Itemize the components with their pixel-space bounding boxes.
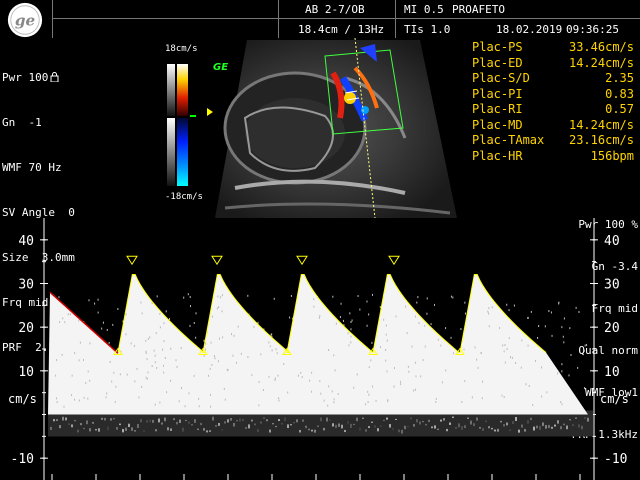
measurement-row: Plac-HR 156bpm [468, 149, 638, 165]
measurement-value: 23.16cm/s [569, 133, 634, 147]
spectrum-area [48, 274, 593, 480]
tick-label-right: 10 [604, 365, 620, 380]
measurement-row: Plac-PS 33.46cm/s [468, 40, 638, 56]
focus-marker-icon [207, 108, 213, 116]
param-power: Pwr 100 [2, 70, 75, 85]
svg-text:ge: ge [15, 12, 36, 30]
tick-label-left: 30 [18, 278, 34, 293]
measurement-row: Plac-RI 0.57 [468, 102, 638, 118]
tick-label-left: -10 [11, 452, 34, 467]
measurement-value: 33.46cm/s [569, 40, 634, 54]
tick-label-right: -10 [604, 452, 627, 467]
color-velocity-scale [160, 42, 210, 202]
measurement-row: Plac-TAmax 23.16cm/s [468, 133, 638, 149]
spectral-doppler-trace: 40 30 20 10 -10 40 30 20 10 -10 [0, 218, 640, 480]
tick-label-left: 40 [18, 234, 34, 249]
ultrasound-screen: ge AB 2-7/OB 18.4cm / 13Hz MI 0.5 TIs 1.… [0, 0, 640, 480]
measurement-value: 156bpm [591, 149, 634, 163]
ge-logo-icon: ge [6, 1, 44, 39]
probe-label: AB 2-7/OB [305, 3, 365, 16]
measurement-value: 2.35 [605, 71, 634, 85]
tick-label-right: 40 [604, 234, 620, 249]
measurement-label: Plac-HR [472, 149, 523, 163]
measurement-row: Plac-MD 14.24cm/s [468, 118, 638, 134]
top-bar: ge AB 2-7/OB 18.4cm / 13Hz MI 0.5 TIs 1.… [0, 0, 640, 40]
tick-label-right: 30 [604, 278, 620, 293]
measurement-label: Plac-PI [472, 87, 523, 101]
measurement-label: Plac-RI [472, 102, 523, 116]
thermal-index: TIs 1.0 [404, 23, 450, 36]
velocity-unit-left: cm/s [8, 392, 37, 406]
measurement-value: 14.24cm/s [569, 118, 634, 132]
tick-label-left: 20 [18, 321, 34, 336]
measurement-panel: Plac-PS 33.46cm/s Plac-ED 14.24cm/s Plac-S/D… [468, 40, 638, 166]
measurement-label: Plac-MD [472, 118, 523, 132]
param-wall-filter: WMF 70 Hz [2, 160, 75, 175]
probe-orientation-mark: GE [213, 62, 228, 73]
velocity-axis-left: 40 30 20 10 -10 [11, 218, 48, 480]
date: 18.02.2019 [496, 23, 562, 36]
measurement-row: Plac-ED 14.24cm/s [468, 56, 638, 72]
velocity-unit-right: cm/s [600, 392, 629, 406]
colorbar-bottom-label: -18cm/s [165, 192, 203, 202]
preset-label: PROAFETO [452, 3, 505, 16]
peak-systole-marker [389, 256, 399, 264]
measurement-value: 0.83 [605, 87, 634, 101]
b-mode-image: GE [205, 38, 460, 218]
measurement-value: 0.57 [605, 102, 634, 116]
peak-systole-marker [212, 256, 222, 264]
tick-label-right: 20 [604, 321, 620, 336]
colorbar-top-label: 18cm/s [165, 44, 198, 54]
measurement-row: Plac-S/D 2.35 [468, 71, 638, 87]
measurement-label: Plac-TAmax [472, 133, 544, 147]
measurement-label: Plac-ED [472, 56, 523, 70]
lock-icon [50, 72, 59, 82]
velocity-axis-right: 40 30 20 10 -10 [590, 218, 627, 480]
tick-label-left: 10 [18, 365, 34, 380]
peak-systole-marker [297, 256, 307, 264]
param-gain: Gn -1 [2, 115, 75, 130]
measurement-label: Plac-PS [472, 40, 523, 54]
measurement-label: Plac-S/D [472, 71, 530, 85]
peak-systole-marker [127, 256, 137, 264]
measurement-value: 14.24cm/s [569, 56, 634, 70]
mechanical-index: MI 0.5 [404, 3, 444, 16]
depth-frequency: 18.4cm / 13Hz [298, 23, 384, 36]
measurement-row: Plac-PI 0.83 [468, 87, 638, 103]
time: 09:36:25 [566, 23, 619, 36]
